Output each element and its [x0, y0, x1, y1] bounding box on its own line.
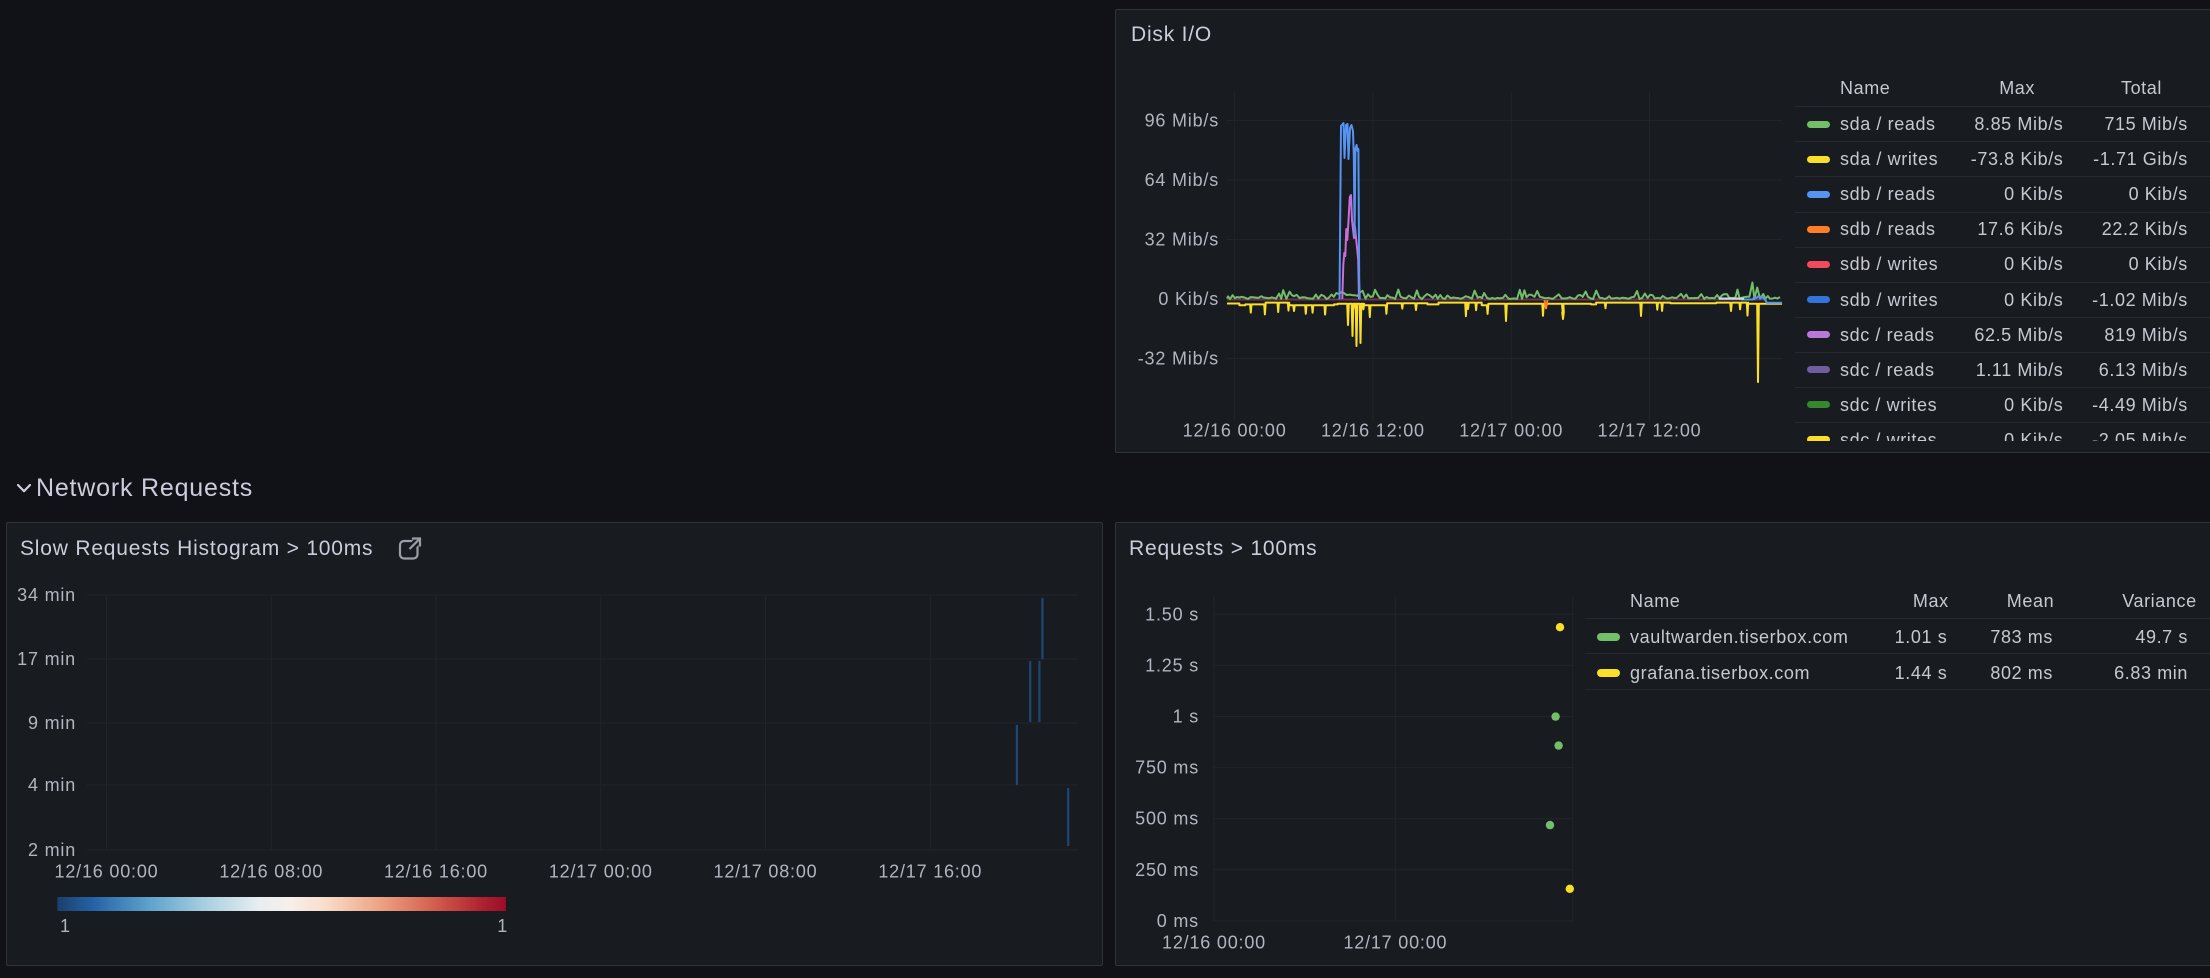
svg-text:2 min: 2 min: [28, 840, 76, 860]
svg-text:12/17 00:00: 12/17 00:00: [549, 862, 653, 882]
svg-text:4 min: 4 min: [28, 775, 76, 795]
svg-text:1.25 s: 1.25 s: [1145, 655, 1199, 675]
svg-text:1: 1: [497, 916, 508, 936]
svg-text:12/16 00:00: 12/16 00:00: [1162, 933, 1266, 953]
svg-text:12/16 16:00: 12/16 16:00: [384, 862, 488, 882]
svg-text:750 ms: 750 ms: [1135, 758, 1199, 778]
svg-text:34 min: 34 min: [17, 585, 76, 605]
svg-text:12/17 16:00: 12/17 16:00: [878, 862, 982, 882]
svg-text:12/16 00:00: 12/16 00:00: [1183, 421, 1287, 441]
svg-text:-32 Mib/s: -32 Mib/s: [1138, 349, 1219, 369]
svg-text:1.50 s: 1.50 s: [1145, 604, 1199, 624]
svg-text:500 ms: 500 ms: [1135, 809, 1199, 829]
svg-text:12/16 12:00: 12/16 12:00: [1321, 421, 1425, 441]
svg-text:250 ms: 250 ms: [1135, 860, 1199, 880]
svg-text:12/17 00:00: 12/17 00:00: [1343, 933, 1447, 953]
svg-text:32 Mib/s: 32 Mib/s: [1145, 230, 1219, 250]
svg-text:9 min: 9 min: [28, 713, 76, 733]
svg-text:17 min: 17 min: [17, 649, 76, 669]
svg-text:0 ms: 0 ms: [1157, 911, 1199, 931]
svg-text:12/17 00:00: 12/17 00:00: [1459, 421, 1563, 441]
svg-text:1 s: 1 s: [1173, 707, 1199, 727]
svg-text:64 Mib/s: 64 Mib/s: [1145, 170, 1219, 190]
svg-text:12/17 12:00: 12/17 12:00: [1598, 421, 1702, 441]
svg-text:12/16 08:00: 12/16 08:00: [219, 862, 323, 882]
svg-text:0 Kib/s: 0 Kib/s: [1158, 289, 1219, 309]
svg-text:12/17 08:00: 12/17 08:00: [714, 862, 818, 882]
svg-text:1: 1: [60, 916, 71, 936]
svg-text:12/16 00:00: 12/16 00:00: [55, 862, 159, 882]
svg-text:96 Mib/s: 96 Mib/s: [1145, 111, 1219, 131]
